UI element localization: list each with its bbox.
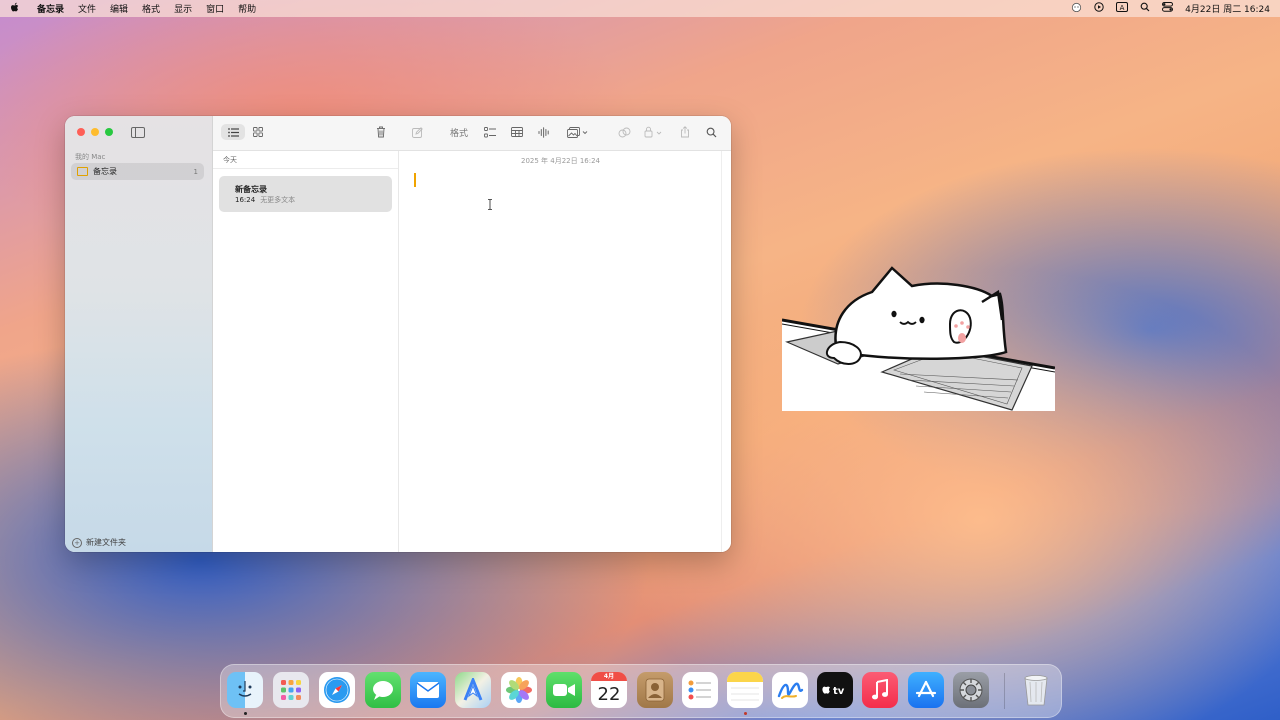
maps-icon[interactable] — [455, 672, 491, 708]
menu-notes[interactable]: 备忘录 — [30, 2, 71, 15]
photo-icon — [567, 126, 588, 138]
system-settings-icon[interactable] — [953, 672, 989, 708]
plus-circle-icon: + — [72, 537, 82, 548]
list-view-button[interactable] — [221, 124, 245, 140]
folder-icon — [77, 167, 88, 176]
launchpad-icon[interactable] — [273, 672, 309, 708]
ibeam-cursor-icon — [487, 199, 493, 213]
media-button[interactable] — [563, 124, 593, 140]
menu-edit[interactable]: 编辑 — [103, 2, 135, 15]
scrollbar[interactable] — [721, 151, 731, 552]
menu-format[interactable]: 格式 — [135, 2, 167, 15]
now-playing-icon[interactable] — [1094, 2, 1104, 15]
apple-menu-icon[interactable] — [0, 2, 30, 16]
compose-icon — [411, 126, 423, 138]
spotlight-search-icon[interactable] — [1140, 2, 1150, 15]
share-icon — [681, 126, 689, 138]
share-button[interactable] — [677, 124, 693, 140]
dock-separator — [1004, 673, 1005, 709]
collaborate-icon — [618, 127, 630, 137]
mail-icon[interactable] — [410, 672, 446, 708]
calendar-day: 22 — [597, 683, 621, 705]
dock: 4月 22 tv — [220, 664, 1062, 718]
music-icon[interactable] — [862, 672, 898, 708]
note-editor[interactable]: 2025 年 4月22日 16:24 — [399, 151, 722, 552]
table-button[interactable] — [508, 124, 526, 140]
lock-button[interactable] — [641, 124, 667, 140]
sidebar-toggle-icon[interactable] — [131, 127, 145, 138]
table-icon — [511, 127, 523, 137]
freeform-icon[interactable] — [772, 672, 808, 708]
note-title: 新备忘录 — [235, 185, 267, 194]
sidebar: 我的 Mac 备忘录 1 + 新建文件夹 — [65, 116, 213, 552]
zoom-button[interactable] — [105, 128, 113, 136]
note-time: 16:24 — [235, 196, 256, 204]
notes-icon[interactable] — [727, 672, 763, 708]
trash-icon[interactable] — [1018, 672, 1054, 708]
divider — [213, 168, 398, 169]
svg-text:tv: tv — [833, 686, 845, 697]
menu-file[interactable]: 文件 — [71, 2, 103, 15]
menu-help[interactable]: 帮助 — [231, 2, 263, 15]
lock-icon — [644, 126, 662, 138]
facetime-icon[interactable] — [546, 672, 582, 708]
list-view-icon — [227, 127, 239, 137]
menu-view[interactable]: 显示 — [167, 2, 199, 15]
control-center-icon[interactable] — [1162, 2, 1174, 15]
svg-text:A: A — [1120, 4, 1125, 12]
gallery-view-button[interactable] — [249, 124, 267, 140]
delete-button[interactable] — [373, 124, 389, 140]
bongo-cat-image — [781, 262, 1056, 411]
folder-count: 1 — [193, 167, 198, 176]
menubar-clock[interactable]: 4月22日 周二 16:24 — [1185, 2, 1270, 15]
sidebar-item-label: 备忘录 — [93, 167, 117, 176]
search-icon — [706, 127, 716, 137]
running-indicator — [244, 712, 247, 715]
search-button[interactable] — [703, 124, 719, 140]
window-controls — [77, 128, 113, 136]
menu-bar: 备忘录 文件 编辑 格式 显示 窗口 帮助 A 4月22日 周二 16:24 — [0, 0, 1280, 17]
close-button[interactable] — [77, 128, 85, 136]
format-button[interactable]: 格式 — [447, 124, 471, 140]
reminders-icon[interactable] — [682, 672, 718, 708]
audio-record-button[interactable] — [535, 124, 553, 140]
messages-icon[interactable] — [365, 672, 401, 708]
app-store-icon[interactable] — [908, 672, 944, 708]
calendar-icon[interactable]: 4月 22 — [591, 672, 627, 708]
contacts-icon[interactable] — [637, 672, 673, 708]
note-meta: 16:24 无更多文本 — [235, 195, 295, 205]
checklist-button[interactable] — [481, 124, 499, 140]
photos-icon[interactable] — [501, 672, 537, 708]
new-folder-label: 新建文件夹 — [86, 538, 126, 547]
compose-button[interactable] — [409, 124, 425, 140]
notes-window: 我的 Mac 备忘录 1 + 新建文件夹 格式 今天 新备忘录 16:24 无更… — [65, 116, 731, 552]
trash-icon — [377, 126, 385, 138]
text-caret — [414, 173, 416, 187]
finder-icon[interactable] — [227, 672, 263, 708]
notes-list: 今天 新备忘录 16:24 无更多文本 — [213, 151, 399, 552]
waveform-icon — [538, 126, 549, 138]
input-method-icon[interactable]: A — [1116, 2, 1129, 15]
list-date-header: 今天 — [223, 156, 237, 164]
collaborate-button[interactable] — [615, 124, 633, 140]
new-folder-button[interactable]: + 新建文件夹 — [72, 537, 126, 548]
apple-tv-icon[interactable]: tv — [817, 672, 853, 708]
sidebar-section-my-mac: 我的 Mac — [75, 153, 106, 161]
calendar-month: 4月 — [591, 672, 627, 681]
menu-window[interactable]: 窗口 — [199, 2, 231, 15]
toolbar: 格式 — [213, 116, 731, 151]
minimize-button[interactable] — [91, 128, 99, 136]
sidebar-item-notes[interactable]: 备忘录 1 — [71, 163, 204, 180]
note-date: 2025 年 4月22日 16:24 — [520, 157, 601, 165]
bongo-cat-status-icon[interactable] — [1071, 2, 1082, 15]
running-indicator — [744, 712, 747, 715]
safari-icon[interactable] — [319, 672, 355, 708]
note-preview: 无更多文本 — [260, 196, 296, 204]
grid-icon — [253, 127, 263, 137]
checklist-icon — [484, 126, 496, 137]
list-item[interactable]: 新备忘录 16:24 无更多文本 — [219, 176, 392, 212]
